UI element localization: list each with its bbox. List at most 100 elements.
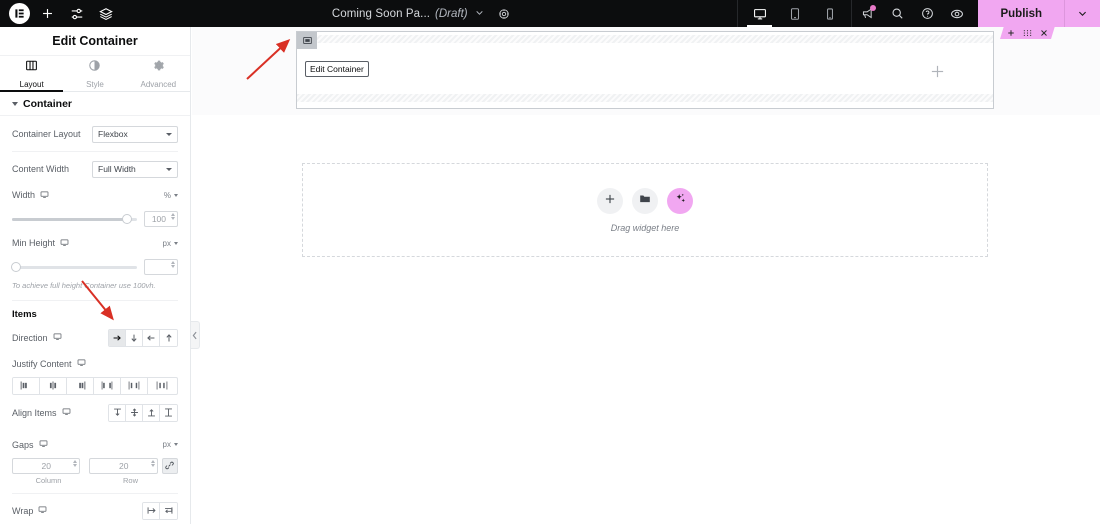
direction-row-button[interactable] bbox=[109, 329, 126, 346]
gap-column-input[interactable]: 20 bbox=[12, 457, 81, 474]
min-height-input[interactable] bbox=[144, 259, 178, 275]
gap-column-stepper[interactable] bbox=[73, 459, 78, 467]
gap-row-caption: Row bbox=[122, 475, 138, 485]
desktop-icon[interactable] bbox=[77, 358, 86, 369]
desktop-icon[interactable] bbox=[40, 190, 49, 201]
min-height-slider-handle[interactable] bbox=[11, 262, 21, 272]
device-desktop-button[interactable] bbox=[742, 0, 777, 27]
align-center-button[interactable] bbox=[126, 404, 143, 421]
help-icon[interactable] bbox=[912, 0, 942, 27]
top-toolbar-left bbox=[0, 0, 120, 27]
add-element-icon[interactable] bbox=[33, 0, 62, 27]
folder-icon bbox=[639, 192, 651, 210]
editor-panel: Edit Container Layout Style Advanced Con… bbox=[0, 27, 191, 524]
wrap-label: Wrap bbox=[12, 505, 47, 516]
min-height-unit-selector[interactable]: px bbox=[163, 239, 178, 248]
section-container-header[interactable]: Container Layout Container bbox=[0, 92, 190, 116]
add-container-icon[interactable] bbox=[1007, 29, 1015, 37]
control-width: Width % bbox=[0, 182, 190, 208]
align-items-label-text: Align Items bbox=[12, 407, 57, 418]
chevron-down-icon bbox=[174, 241, 178, 245]
no-wrap-icon[interactable] bbox=[143, 502, 160, 519]
direction-column-reverse-button[interactable] bbox=[160, 329, 177, 346]
link-icon[interactable] bbox=[161, 457, 179, 474]
justify-space-around-button[interactable] bbox=[121, 377, 148, 394]
align-flex-end-button[interactable] bbox=[143, 404, 160, 421]
justify-center-button[interactable] bbox=[40, 377, 67, 394]
desktop-icon[interactable] bbox=[62, 407, 71, 418]
control-gaps: Gaps px bbox=[0, 432, 190, 458]
wrap-icon[interactable] bbox=[160, 502, 177, 519]
selected-container[interactable]: Edit Container bbox=[296, 31, 994, 109]
gap-row-value: 20 bbox=[118, 460, 129, 471]
template-library-button[interactable] bbox=[632, 187, 658, 214]
justify-flex-end-button[interactable] bbox=[67, 377, 94, 394]
justify-content-label-text: Justify Content bbox=[12, 358, 72, 369]
align-stretch-button[interactable] bbox=[160, 404, 177, 421]
site-settings-icon[interactable] bbox=[62, 0, 91, 27]
chevron-down-icon bbox=[166, 167, 172, 171]
document-status: (Draft) bbox=[435, 7, 468, 20]
control-wrap: Wrap bbox=[0, 498, 190, 524]
whats-new-icon[interactable] bbox=[852, 0, 882, 27]
plus-icon[interactable] bbox=[930, 64, 945, 82]
layers-icon[interactable] bbox=[91, 0, 120, 27]
width-label: Width bbox=[12, 190, 49, 201]
justify-space-between-button[interactable] bbox=[94, 377, 121, 394]
direction-button-group bbox=[108, 328, 178, 347]
container-icon[interactable] bbox=[297, 32, 317, 49]
publish-button[interactable]: Publish bbox=[978, 0, 1064, 27]
width-stepper[interactable] bbox=[171, 213, 175, 220]
width-slider[interactable] bbox=[12, 214, 137, 224]
device-mobile-button[interactable] bbox=[812, 0, 847, 27]
justify-space-evenly-button[interactable] bbox=[148, 377, 175, 394]
finder-search-icon[interactable] bbox=[882, 0, 912, 27]
container-layout-select[interactable]: Flexbox bbox=[92, 125, 178, 143]
document-title-area: Coming Soon Pa... (Draft) bbox=[120, 0, 721, 27]
container-layout-value: Flexbox bbox=[98, 129, 128, 139]
content-width-label: Content Width bbox=[12, 164, 70, 174]
tab-layout-label: Layout bbox=[19, 79, 44, 89]
min-height-unit-value: px bbox=[162, 238, 171, 248]
add-widget-button[interactable] bbox=[597, 187, 623, 214]
chevron-down-icon[interactable] bbox=[475, 8, 484, 19]
drag-handle-icon[interactable] bbox=[1023, 29, 1032, 37]
width-slider-handle[interactable] bbox=[122, 214, 132, 224]
document-settings-gear-icon[interactable] bbox=[498, 8, 510, 20]
desktop-icon[interactable] bbox=[60, 238, 69, 249]
gaps-unit-selector[interactable]: px bbox=[163, 440, 178, 449]
content-width-select[interactable]: Full Width bbox=[92, 160, 178, 178]
sparkle-icon bbox=[674, 192, 687, 210]
items-heading: Items bbox=[12, 309, 37, 321]
desktop-icon[interactable] bbox=[39, 439, 48, 450]
widget-dropzone[interactable]: Drag widget here bbox=[302, 163, 988, 257]
tab-style[interactable]: Style bbox=[63, 56, 126, 91]
tab-layout[interactable]: Layout bbox=[0, 56, 64, 92]
chevron-down-icon bbox=[166, 132, 172, 136]
direction-row-reverse-button[interactable] bbox=[143, 329, 160, 346]
desktop-icon[interactable] bbox=[53, 332, 62, 343]
width-unit-selector[interactable]: % bbox=[164, 191, 178, 200]
delete-icon[interactable] bbox=[1040, 29, 1048, 37]
panel-title: Edit Container bbox=[52, 34, 138, 48]
gap-row-stepper[interactable] bbox=[150, 459, 155, 467]
min-height-slider-row bbox=[0, 256, 190, 278]
tab-advanced[interactable]: Advanced bbox=[127, 56, 190, 91]
width-input[interactable]: 100 bbox=[144, 211, 178, 227]
min-height-slider[interactable] bbox=[11, 262, 137, 272]
ai-button[interactable] bbox=[667, 187, 693, 214]
elementor-logo-button[interactable] bbox=[6, 0, 33, 27]
width-value: 100 bbox=[151, 214, 166, 224]
min-height-stepper[interactable] bbox=[171, 261, 175, 268]
desktop-icon[interactable] bbox=[38, 505, 47, 516]
preview-changes-icon[interactable] bbox=[942, 0, 972, 27]
justify-flex-start-button[interactable] bbox=[13, 377, 40, 394]
align-flex-start-button[interactable] bbox=[109, 404, 126, 421]
elementor-logo-icon bbox=[9, 3, 30, 24]
device-tablet-button[interactable] bbox=[777, 0, 812, 27]
gap-row-input[interactable]: 20 bbox=[89, 457, 158, 474]
control-content-width: Content Width Full Width bbox=[0, 156, 190, 182]
publish-options-chevron-down-icon[interactable] bbox=[1064, 0, 1100, 27]
direction-column-button[interactable] bbox=[126, 329, 143, 346]
panel-collapse-chevron-left-icon[interactable] bbox=[191, 321, 200, 349]
